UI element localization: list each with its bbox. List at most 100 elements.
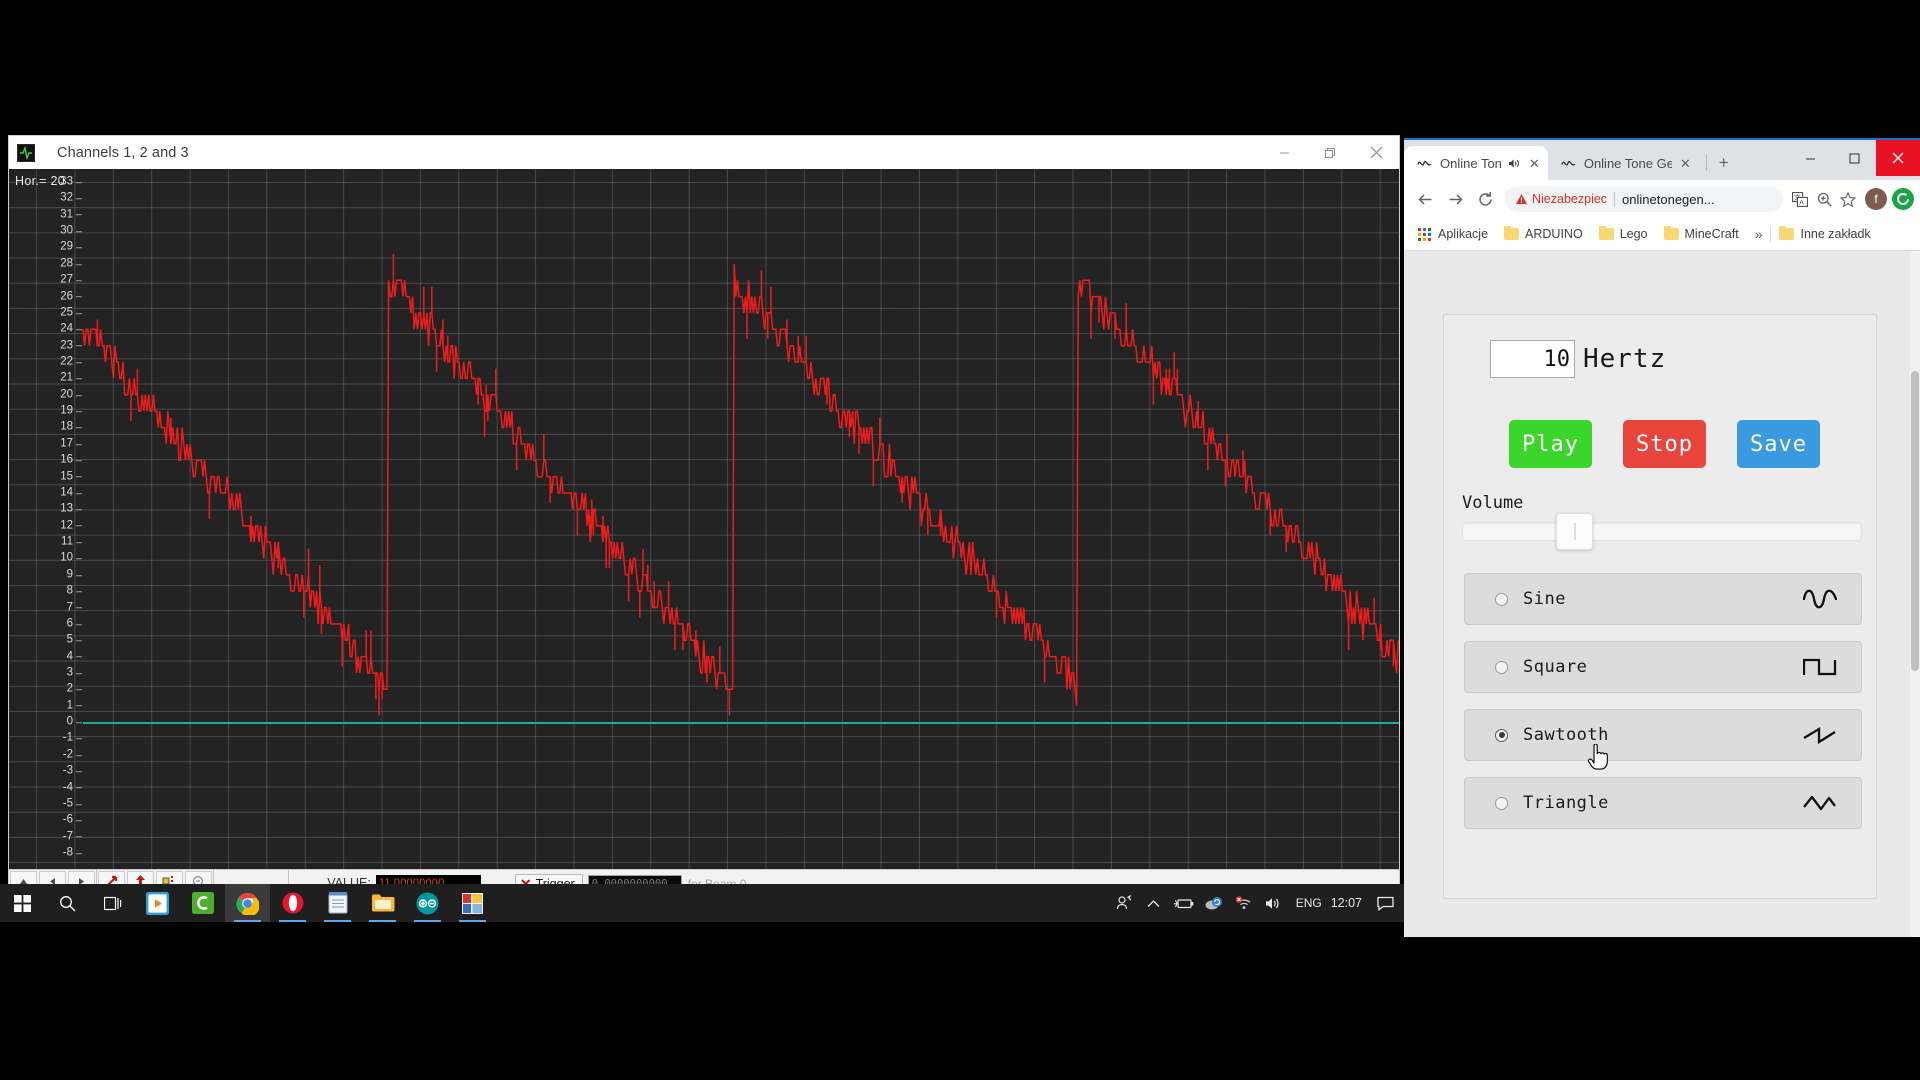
browser-toolbar: Niezabezpiec onlinetonegen... 文A f — [1404, 180, 1920, 218]
bookmark-apps[interactable]: Aplikacje — [1410, 224, 1496, 244]
waveform-option-sawtooth[interactable]: Sawtooth — [1464, 709, 1862, 761]
y-axis-tick: -5 — [62, 797, 83, 810]
app-c-button[interactable] — [180, 884, 225, 922]
hertz-label: Hertz — [1583, 344, 1667, 374]
bookmark-other-label: Inne zakładk — [1800, 227, 1871, 241]
people-icon[interactable] — [1109, 884, 1139, 922]
sine-wave-icon — [1561, 158, 1576, 169]
play-button[interactable]: Play — [1509, 420, 1592, 468]
start-button[interactable] — [0, 884, 45, 922]
tab-close-icon[interactable]: ✕ — [1529, 157, 1540, 170]
forward-arrow-icon[interactable] — [1440, 184, 1470, 214]
language-indicator[interactable]: ENG — [1289, 896, 1329, 910]
y-axis-tick: 25 — [60, 306, 82, 319]
security-warning[interactable]: Niezabezpiec — [1515, 192, 1607, 206]
battery-icon[interactable] — [1169, 884, 1199, 922]
restore-icon[interactable] — [1307, 136, 1353, 169]
triangle-wave-icon — [1803, 793, 1837, 813]
sawtooth-radio[interactable] — [1495, 728, 1508, 742]
save-button[interactable]: Save — [1737, 420, 1820, 468]
tab-strip: Online Ton ✕ Online Tone Ge ✕ + — [1404, 140, 1920, 180]
scrollbar-thumb[interactable] — [1911, 371, 1919, 671]
browser-maximize-icon[interactable] — [1832, 140, 1876, 176]
address-bar[interactable]: Niezabezpiec onlinetonegen... — [1505, 186, 1783, 212]
waveform-option-square[interactable]: Square — [1464, 641, 1862, 693]
file-explorer-button[interactable] — [360, 884, 405, 922]
browser-minimize-icon[interactable] — [1788, 140, 1832, 176]
y-axis-tick: -6 — [62, 813, 83, 826]
tab-audio-icon[interactable] — [1508, 158, 1521, 169]
square-wave-icon — [1803, 657, 1837, 677]
avatar[interactable]: f — [1865, 188, 1887, 210]
reload-icon[interactable] — [1470, 184, 1500, 214]
zoom-icon[interactable] — [1812, 187, 1836, 211]
waveform-trace — [9, 169, 1399, 869]
chrome-button[interactable] — [225, 884, 270, 922]
stop-button[interactable]: Stop — [1623, 420, 1706, 468]
new-tab-button[interactable]: + — [1711, 150, 1737, 176]
app-extra-button[interactable] — [450, 884, 495, 922]
oscilloscope-titlebar: Channels 1, 2 and 3 — [9, 136, 1399, 169]
oscilloscope-window: Channels 1, 2 and 3 Hor.= 20 33 32 31 30 29 2… — [8, 135, 1400, 918]
y-axis-tick: 20 — [60, 388, 82, 400]
bookmarks-overflow-button[interactable]: » — [1747, 226, 1771, 242]
volume-slider[interactable] — [1462, 522, 1862, 541]
wifi-off-icon[interactable] — [1229, 884, 1259, 922]
task-view-button[interactable] — [90, 884, 135, 922]
waveform-option-sine[interactable]: Sine — [1464, 573, 1862, 625]
volume-icon[interactable] — [1259, 884, 1289, 922]
minimize-icon[interactable] — [1261, 136, 1307, 169]
notepad-running-indicator — [324, 919, 351, 922]
y-axis-tick: 30 — [60, 224, 82, 237]
square-radio[interactable] — [1495, 660, 1508, 674]
volume-slider-thumb[interactable] — [1556, 513, 1594, 550]
back-arrow-icon[interactable] — [1410, 184, 1440, 214]
tab-online-tone-2[interactable]: Online Tone Ge ✕ — [1548, 146, 1699, 180]
bookmark-lego[interactable]: Lego — [1591, 224, 1656, 244]
chevron-up-icon[interactable] — [1139, 884, 1169, 922]
bookmark-label: ARDUINO — [1525, 227, 1583, 241]
bookmark-minecraft[interactable]: MineCraft — [1656, 224, 1747, 244]
bookmark-apps-label: Aplikacje — [1438, 227, 1489, 241]
url-text: onlinetonegen... — [1622, 191, 1715, 207]
clock[interactable]: 12:07 — [1329, 896, 1370, 910]
close-icon[interactable] — [1353, 136, 1399, 169]
app-extra-running-indicator — [459, 919, 486, 922]
tab-close-icon[interactable]: ✕ — [1680, 157, 1691, 170]
notepad-button[interactable] — [315, 884, 360, 922]
notifications-icon[interactable] — [1370, 884, 1400, 922]
arduino-button[interactable] — [405, 884, 450, 922]
opera-running-indicator — [279, 919, 306, 922]
y-axis-tick: 10 — [60, 551, 82, 564]
y-axis-tick: 2 — [66, 682, 84, 695]
folder-icon — [1663, 226, 1679, 240]
bookmark-other[interactable]: Inne zakładk — [1771, 224, 1878, 244]
folder-icon — [1779, 226, 1795, 240]
waveform-label: Triangle — [1523, 793, 1609, 813]
y-axis-tick: 1 — [66, 698, 84, 711]
browser-close-icon[interactable] — [1876, 140, 1920, 176]
y-axis-tick: 29 — [60, 240, 82, 253]
y-axis-tick: -8 — [62, 846, 83, 859]
bookmark-star-icon[interactable] — [1836, 187, 1860, 211]
bookmark-arduino[interactable]: ARDUINO — [1496, 224, 1591, 244]
sync-icon[interactable] — [1199, 884, 1229, 922]
y-axis-tick: 32 — [60, 191, 82, 204]
waveform-option-triangle[interactable]: Triangle — [1464, 777, 1862, 829]
page-scrollbar[interactable] — [1910, 251, 1920, 937]
green-extension-icon[interactable] — [1892, 188, 1914, 210]
frequency-input[interactable]: 10 — [1490, 340, 1575, 378]
y-axis-tick: 8 — [66, 584, 84, 597]
y-axis-tick: 4 — [66, 649, 84, 662]
tab-online-tone-1[interactable]: Online Ton ✕ — [1404, 146, 1548, 180]
y-axis-tick: 21 — [60, 371, 82, 384]
y-axis-tick: 23 — [60, 338, 82, 351]
bookmark-label: Lego — [1619, 227, 1648, 241]
opera-button[interactable] — [270, 884, 315, 922]
sine-radio[interactable] — [1495, 592, 1508, 606]
triangle-radio[interactable] — [1495, 796, 1508, 810]
media-player-button[interactable] — [135, 884, 180, 922]
oscilloscope-plot-area: Hor.= 20 33 32 31 30 29 28 27 26 25 24 23 22 21 20 19 1… — [9, 169, 1399, 869]
search-button[interactable] — [45, 884, 90, 922]
translate-icon[interactable]: 文A — [1788, 187, 1812, 211]
